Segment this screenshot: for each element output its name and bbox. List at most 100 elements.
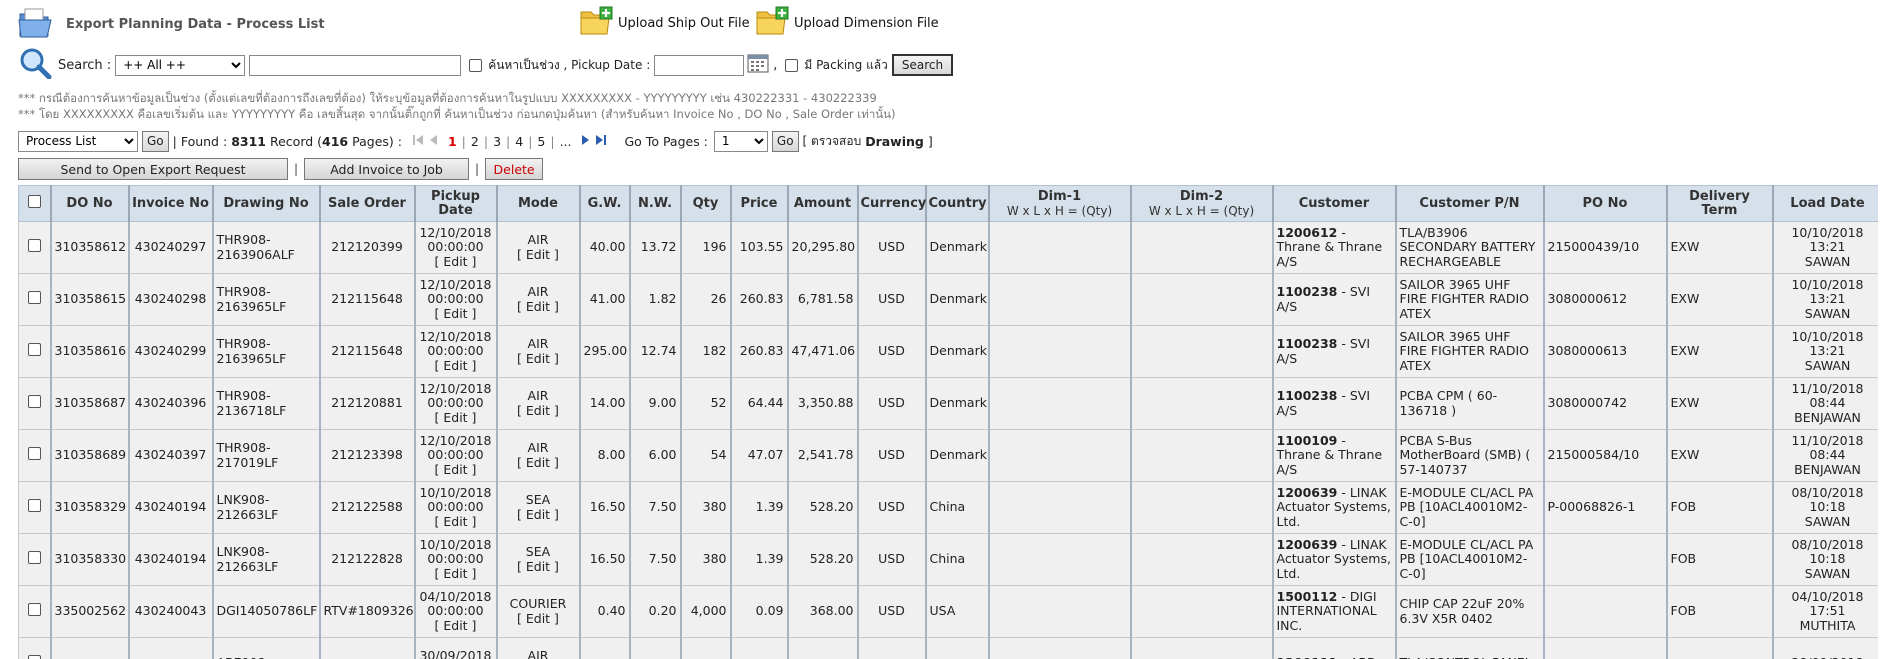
dim1-title: Dim-1	[1037, 188, 1082, 204]
edit-link[interactable]: [ Edit ]	[517, 351, 559, 366]
table-row[interactable]: 310358687 430240396 THR908-2136718LF 212120…	[18, 377, 1878, 430]
header-country[interactable]: Country	[925, 185, 990, 222]
row-checkbox[interactable]	[27, 291, 41, 305]
edit-link[interactable]: [ Edit ]	[517, 507, 559, 522]
customer-code: 1100238	[1276, 336, 1338, 351]
edit-link[interactable]: [ Edit ]	[435, 358, 477, 373]
check-drawing-link[interactable]: Drawing	[865, 134, 924, 149]
header-customer-pn[interactable]: Customer P/N	[1395, 185, 1545, 222]
view-select[interactable]: Process List	[18, 130, 138, 152]
cell-customer-pn: TLA/CONTROL PANEL	[1395, 637, 1545, 659]
edit-link[interactable]: [ Edit ]	[517, 559, 559, 574]
cell-amount: 47,471.06	[787, 325, 859, 378]
edit-link[interactable]: [ Edit ]	[517, 247, 559, 262]
page-link-4[interactable]: 4	[515, 134, 523, 149]
row-checkbox[interactable]	[27, 551, 41, 565]
row-checkbox[interactable]	[27, 239, 41, 253]
page-ellipsis[interactable]: ...	[560, 134, 572, 149]
header-po-no[interactable]: PO No	[1543, 185, 1668, 222]
header-currency[interactable]: Currency	[857, 185, 927, 222]
edit-link[interactable]: [ Edit ]	[435, 462, 477, 477]
send-to-open-export-button[interactable]: Send to Open Export Request	[18, 158, 288, 180]
search-keyword-input[interactable]	[249, 54, 462, 76]
load-date-value: 08/10/2018 10:18	[1791, 536, 1864, 567]
header-nw[interactable]: N.W.	[629, 185, 682, 222]
cell-po-no: P-00068826-1	[1543, 481, 1668, 534]
goto-go-button[interactable]: Go	[771, 130, 799, 152]
edit-link[interactable]: [ Edit ]	[517, 403, 559, 418]
row-checkbox[interactable]	[27, 447, 41, 461]
search-button[interactable]: Search	[891, 54, 954, 76]
last-page-icon[interactable]	[595, 134, 607, 149]
calendar-icon[interactable]	[747, 53, 769, 77]
folder-add-icon	[580, 6, 614, 40]
page-link-5[interactable]: 5	[537, 134, 545, 149]
cell-country: China	[925, 533, 990, 586]
upload-ship-out-button[interactable]: Upload Ship Out File	[580, 6, 750, 40]
page-link-2[interactable]: 2	[471, 134, 479, 149]
edit-link[interactable]: [ Edit ]	[435, 254, 477, 269]
mode-value: AIR	[527, 284, 549, 299]
cell-price: 47.07	[730, 429, 789, 482]
goto-page-select[interactable]: 1	[713, 130, 768, 152]
edit-link[interactable]: [ Edit ]	[435, 410, 477, 425]
dim2-title: Dim-2	[1179, 188, 1224, 204]
table-row[interactable]: 335002562 430240043 DGI14050786LF RTV#18093…	[18, 585, 1878, 638]
row-checkbox[interactable]	[27, 603, 41, 617]
row-checkbox[interactable]	[27, 343, 41, 357]
prev-page-icon[interactable]	[428, 134, 438, 149]
cell-amount: 20,295.80	[787, 221, 859, 274]
upload-dimension-button[interactable]: Upload Dimension File	[756, 6, 939, 40]
edit-link[interactable]: [ Edit ]	[517, 299, 559, 314]
edit-link[interactable]: [ Edit ]	[517, 455, 559, 470]
header-drawing-no[interactable]: Drawing No	[212, 185, 321, 222]
header-qty[interactable]: Qty	[680, 185, 732, 222]
header-sale-order[interactable]: Sale Order	[319, 185, 416, 222]
edit-link[interactable]: [ Edit ]	[435, 306, 477, 321]
header-price[interactable]: Price	[730, 185, 789, 222]
edit-link[interactable]: [ Edit ]	[435, 514, 477, 529]
range-search-checkbox[interactable]	[469, 58, 483, 72]
row-checkbox[interactable]	[27, 395, 41, 409]
delete-button[interactable]: Delete	[485, 158, 544, 180]
table-row[interactable]: 310358330 430240194 LNK908-212663LF 2121228…	[18, 533, 1878, 586]
header-gw[interactable]: G.W.	[579, 185, 631, 222]
table-row[interactable]: 310358615 430240298 THR908-2163965LF 212115…	[18, 273, 1878, 326]
table-row[interactable]: ABE908- 30/09/2018[ Edit ]AIR[ Edit ] 1200…	[18, 637, 1878, 659]
search-type-select[interactable]: ++ All ++	[115, 54, 246, 76]
header-amount[interactable]: Amount	[787, 185, 859, 222]
cell-qty: 196	[680, 221, 732, 274]
add-invoice-to-job-button[interactable]: Add Invoice to Job	[304, 158, 470, 180]
page-link-3[interactable]: 3	[493, 134, 501, 149]
page-separator: |	[550, 133, 555, 149]
pickup-date-input[interactable]	[654, 54, 745, 76]
header-invoice-no[interactable]: Invoice No	[128, 185, 214, 222]
header-dim2[interactable]: Dim-2 W x L x H = (Qty)	[1130, 185, 1274, 222]
table-row[interactable]: 310358612 430240297 THR908-2163906ALF 21212…	[18, 221, 1878, 274]
row-checkbox[interactable]	[27, 655, 41, 659]
process-table: DO No Invoice No Drawing No Sale Order P…	[18, 185, 1878, 659]
edit-link[interactable]: [ Edit ]	[517, 611, 559, 626]
header-do-no[interactable]: DO No	[50, 185, 130, 222]
table-row[interactable]: 310358329 430240194 LNK908-212663LF 2121225…	[18, 481, 1878, 534]
table-row[interactable]: 310358616 430240299 THR908-2163965LF 212115…	[18, 325, 1878, 378]
select-all-checkbox[interactable]	[27, 195, 41, 208]
table-row[interactable]: 310358689 430240397 THR908-217019LF 2121233…	[18, 429, 1878, 482]
edit-link[interactable]: [ Edit ]	[435, 566, 477, 581]
cell-select	[18, 481, 52, 534]
first-page-icon[interactable]	[412, 134, 424, 149]
cell-sale-order: 212122588	[319, 481, 416, 534]
magnifier-icon	[18, 47, 52, 83]
header-mode[interactable]: Mode	[496, 185, 581, 222]
header-load-date[interactable]: Load Date	[1772, 185, 1878, 222]
row-checkbox[interactable]	[27, 499, 41, 513]
header-delivery-term[interactable]: Delivery Term	[1666, 185, 1774, 222]
header-customer[interactable]: Customer	[1272, 185, 1397, 222]
view-go-button[interactable]: Go	[142, 130, 169, 152]
header-pickup-date[interactable]: Pickup Date	[414, 185, 498, 222]
edit-link[interactable]: [ Edit ]	[435, 618, 477, 633]
page-link-1[interactable]: 1	[448, 134, 457, 149]
header-dim1[interactable]: Dim-1 W x L x H = (Qty)	[988, 185, 1132, 222]
next-page-icon[interactable]	[581, 134, 591, 149]
packing-checkbox[interactable]	[785, 58, 799, 72]
